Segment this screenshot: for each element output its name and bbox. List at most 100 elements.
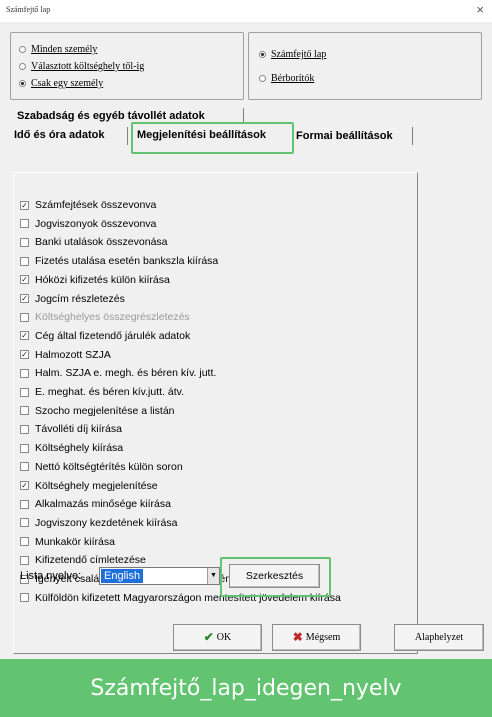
radio-pay-envelopes[interactable]: Bérborítók bbox=[259, 73, 314, 84]
checkbox[interactable] bbox=[20, 537, 29, 547]
radio-cost-center-range[interactable]: Választott költséghely től-ig bbox=[19, 61, 144, 72]
checkbox[interactable] bbox=[20, 406, 29, 416]
option-label: Banki utalások összevonása bbox=[35, 236, 168, 249]
dialog-body: Minden személy Választott költséghely tő… bbox=[0, 22, 492, 659]
option-checkbox-row[interactable]: Alkalmazás minősége kiírása bbox=[20, 498, 171, 510]
checkbox[interactable] bbox=[20, 256, 29, 266]
option-checkbox-row[interactable]: Jogviszony kezdetének kiírása bbox=[20, 517, 177, 529]
ok-button[interactable]: ✔ OK bbox=[173, 624, 262, 651]
option-label: Költséghely kiírása bbox=[35, 442, 124, 455]
radio-pay-envelopes-indicator[interactable] bbox=[259, 75, 266, 82]
option-checkbox-row[interactable]: ✓ Jogcím részletezés bbox=[20, 293, 125, 305]
radio-payroll-sheet[interactable]: Számfejtő lap bbox=[259, 49, 326, 60]
option-checkbox-row[interactable]: E. meghat. és béren kív.jutt. átv. bbox=[20, 386, 184, 398]
option-label: Halmozott SZJA bbox=[35, 348, 111, 361]
checkbox[interactable]: ✓ bbox=[20, 481, 29, 490]
option-label: Cég által fizetendő járulék adatok bbox=[35, 329, 191, 342]
checkmark-icon: ✔ bbox=[203, 630, 214, 644]
caption-text: Számfejtő_lap_idegen_nyelv bbox=[90, 675, 402, 701]
tab-separator bbox=[127, 127, 128, 145]
radio-all-persons[interactable]: Minden személy bbox=[19, 44, 97, 55]
option-checkbox-row[interactable]: ✓ Halmozott SZJA bbox=[20, 349, 111, 361]
language-select-value: English bbox=[101, 569, 144, 583]
option-label: Jogviszony kezdetének kiírása bbox=[35, 516, 178, 529]
checkbox[interactable] bbox=[20, 555, 29, 565]
radio-cost-center-range-label: Választott költséghely től-ig bbox=[31, 61, 145, 72]
radio-single-person[interactable]: Csak egy személy bbox=[19, 78, 103, 89]
checkbox[interactable] bbox=[20, 518, 29, 528]
radio-all-persons-indicator[interactable] bbox=[19, 46, 26, 53]
checkbox bbox=[20, 312, 29, 322]
checkbox[interactable]: ✓ bbox=[20, 275, 29, 285]
radio-all-persons-label: Minden személy bbox=[31, 44, 98, 55]
option-label: Kifizetendő címletezése bbox=[35, 554, 146, 567]
edit-button-highlight bbox=[220, 557, 331, 597]
option-checkbox-row[interactable]: Távolléti díj kiírása bbox=[20, 423, 122, 435]
title-bar: Számfejtő lap × bbox=[0, 0, 492, 22]
scope-group: Minden személy Választott költséghely tő… bbox=[10, 32, 244, 100]
window-title: Számfejtő lap bbox=[6, 5, 51, 14]
option-label: Szocho megjelenítése a listán bbox=[35, 404, 175, 417]
option-label: E. meghat. és béren kív.jutt. átv. bbox=[35, 386, 185, 398]
option-checkbox-row[interactable]: Fizetés utalása esetén bankszla kiírása bbox=[20, 255, 218, 267]
checkbox[interactable] bbox=[20, 499, 29, 509]
option-label: Munkakör kiírása bbox=[35, 535, 115, 548]
option-label: Számfejtések összevonva bbox=[35, 199, 157, 211]
option-label: Nettó költségtérítés külön soron bbox=[35, 460, 183, 473]
option-checkbox-row[interactable]: ✓ Költséghely megjelenítése bbox=[20, 480, 158, 492]
active-tab-highlight bbox=[131, 122, 294, 154]
radio-pay-envelopes-label: Bérborítók bbox=[271, 73, 315, 84]
type-group: Számfejtő lap Bérborítók bbox=[248, 32, 482, 100]
option-checkbox-row[interactable]: Jogviszonyok összevonva bbox=[20, 218, 156, 230]
cross-icon: ✖ bbox=[292, 630, 303, 644]
checkbox[interactable]: ✓ bbox=[20, 200, 29, 210]
chevron-down-icon[interactable]: ▼ bbox=[207, 568, 219, 584]
radio-cost-center-range-indicator[interactable] bbox=[19, 63, 26, 70]
option-checkbox-row[interactable]: ✓ Számfejtések összevonva bbox=[20, 199, 156, 211]
checkbox[interactable]: ✓ bbox=[20, 350, 29, 360]
language-select[interactable]: English ▼ bbox=[99, 567, 220, 585]
option-checkbox-row[interactable]: Munkakör kiírása bbox=[20, 536, 115, 548]
close-icon[interactable]: × bbox=[476, 2, 484, 17]
option-checkbox-row[interactable]: Költséghely kiírása bbox=[20, 442, 123, 454]
tab-format-settings[interactable]: Formai beállítások bbox=[296, 130, 393, 142]
reset-button[interactable]: Alaphelyzet bbox=[394, 624, 484, 651]
option-checkbox-row[interactable]: Nettó költségtérítés külön soron bbox=[20, 461, 183, 473]
cancel-button[interactable]: ✖ Mégsem bbox=[272, 624, 361, 651]
option-checkbox-row[interactable]: Banki utalások összevonása bbox=[20, 236, 168, 248]
checkbox[interactable] bbox=[20, 462, 29, 472]
ok-button-label: OK bbox=[216, 632, 232, 643]
option-checkbox-row[interactable]: Kifizetendő címletezése bbox=[20, 554, 146, 566]
option-label: Alkalmazás minősége kiírása bbox=[35, 498, 171, 511]
option-checkbox-row[interactable]: ✓ Hóközi kifizetés külön kiírása bbox=[20, 274, 170, 286]
reset-button-label: Alaphelyzet bbox=[414, 632, 464, 643]
cancel-button-label: Mégsem bbox=[305, 632, 341, 643]
option-label: Fizetés utalása esetén bankszla kiírása bbox=[35, 255, 219, 268]
option-label: Költséghely megjelenítése bbox=[35, 479, 158, 492]
radio-single-person-label: Csak egy személy bbox=[31, 78, 104, 89]
language-label: Lista nyelve: bbox=[20, 570, 82, 582]
checkbox[interactable] bbox=[20, 443, 29, 453]
radio-single-person-indicator[interactable] bbox=[19, 80, 26, 87]
option-checkbox-row[interactable]: Halm. SZJA e. megh. és béren kív. jutt. bbox=[20, 367, 216, 379]
radio-payroll-sheet-label: Számfejtő lap bbox=[271, 49, 327, 60]
option-label: Hóközi kifizetés külön kiírása bbox=[35, 273, 170, 286]
checkbox[interactable] bbox=[20, 387, 29, 397]
checkbox[interactable] bbox=[20, 237, 29, 247]
checkbox[interactable]: ✓ bbox=[20, 331, 29, 341]
checkbox[interactable] bbox=[20, 219, 29, 229]
tab-time-data[interactable]: Idő és óra adatok bbox=[14, 129, 105, 141]
checkbox[interactable] bbox=[20, 593, 29, 603]
option-checkbox-row[interactable]: ✓ Cég által fizetendő járulék adatok bbox=[20, 330, 190, 342]
checkbox[interactable] bbox=[20, 368, 29, 378]
caption-banner: Számfejtő_lap_idegen_nyelv bbox=[0, 659, 492, 717]
checkbox[interactable] bbox=[20, 424, 29, 434]
option-label: Jogviszonyok összevonva bbox=[35, 217, 157, 230]
option-checkbox-row[interactable]: Szocho megjelenítése a listán bbox=[20, 405, 175, 417]
option-label: Jogcím részletezés bbox=[35, 292, 125, 305]
tab-leave-data[interactable]: Szabadság és egyéb távollét adatok bbox=[17, 110, 205, 122]
option-label: Költséghelyes összegrészletezés bbox=[35, 311, 190, 324]
radio-payroll-sheet-indicator[interactable] bbox=[259, 51, 266, 58]
tab-separator bbox=[412, 127, 413, 145]
checkbox[interactable]: ✓ bbox=[20, 294, 29, 303]
